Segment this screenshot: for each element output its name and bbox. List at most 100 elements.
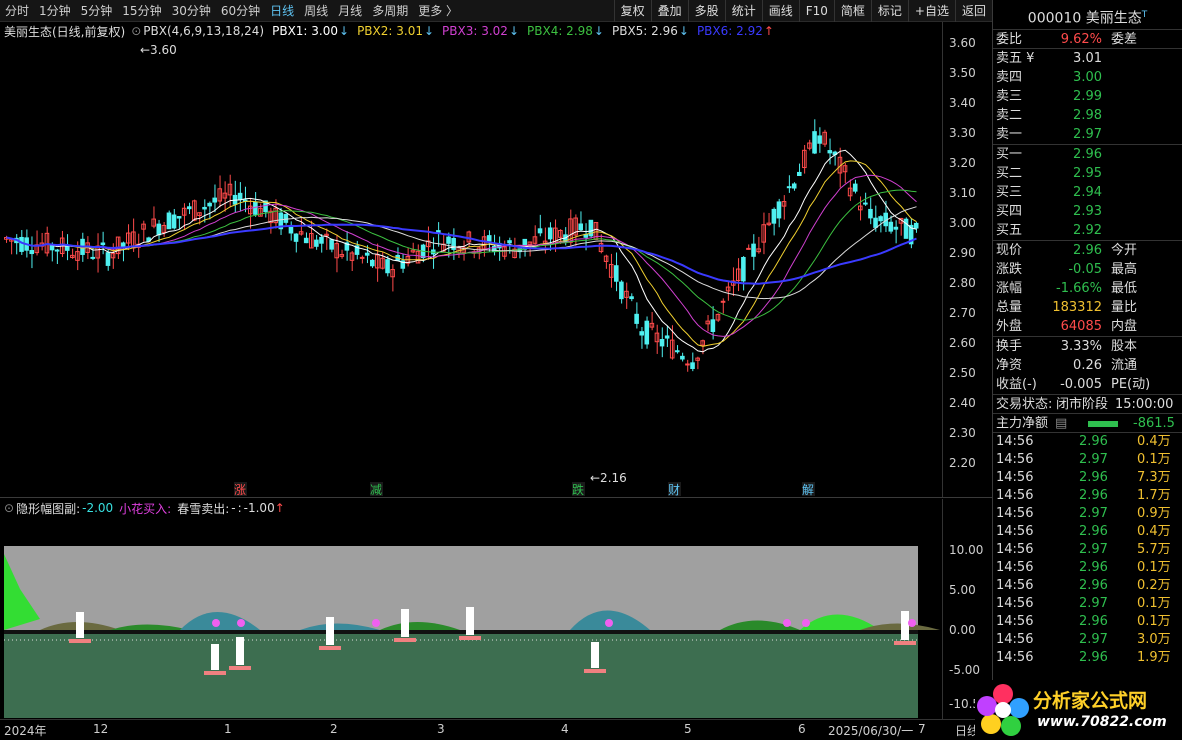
sub-tick: 5.00 [949,583,976,597]
price-axis: 3.60 3.50 3.40 3.30 3.20 3.10 3.00 2.90 2.80 2.70… [942,22,992,497]
price-tick: 2.30 [949,426,976,440]
period-tab[interactable]: 多周期 [367,0,413,22]
price-tick: 3.40 [949,96,976,110]
sub-tick: 0.00 [949,623,976,637]
high-label: ←3.60 [140,43,177,57]
sub-tick: 10.00 [949,543,984,557]
event-marker: 财 [668,483,680,497]
sub-value-3: - [231,501,236,515]
sub-chart[interactable] [0,499,942,719]
event-marker: 减 [370,483,382,497]
sub-tick: -5.00 [949,663,981,677]
quote-row: 买三 2.94 [996,185,1102,200]
price-tick: 3.20 [949,156,976,170]
pbx-value: PBX1: 3.00↓ [272,24,350,38]
tick-row: 14:56 2.96 1.9万 [996,650,1171,665]
main-flow: 主力净额 ▤ -861.5 [993,414,1182,433]
collapse-icon[interactable]: ⊙ [4,501,14,515]
pbx-value: PBX4: 2.98↓ [527,24,604,38]
tick-list[interactable]: 14:56 2.96 0.4万 14:56 2.97 0.1万 14:56 2.96 7.3万 1… [993,433,1182,667]
quote-row: 收益(-) -0.005 PE(动) [996,377,1151,392]
tool-button[interactable]: F10 [798,0,834,22]
tool-button[interactable]: 叠加 [650,0,688,22]
period-tab[interactable]: 60分钟 [216,0,265,22]
top-toolbar: 分时 1分钟 5分钟 15分钟 30分钟 60分钟 日线 周线 月线 多周期 更多 〉 复权 叠加 多股… [0,0,992,22]
period-tab[interactable]: 15分钟 [117,0,166,22]
kline-chart[interactable]: ←3.60 ←2.16 涨 减 跌 财 解 [0,22,942,498]
quote-row: 总量 183312 量比 [996,300,1138,315]
sub-value-1: -2.00 [82,501,114,515]
indicator-name[interactable]: PBX(4,6,9,13,18,24) [143,24,264,38]
period-tab[interactable]: 更多 〉 [413,0,463,22]
period-tab[interactable]: 5分钟 [76,0,118,22]
flower-logo-icon [977,684,1029,736]
quote-row: 卖二 2.98 [996,108,1102,123]
list-icon[interactable]: ▤ [1055,414,1067,433]
tick-row: 14:56 2.96 0.1万 [996,614,1171,629]
tick-row: 14:56 2.97 0.1万 [996,452,1171,467]
chart-tools: 复权 叠加 多股 统计 画线 F10 简框 标记 +自选 返回 [613,0,992,22]
time-label: 2 [330,722,338,736]
chart-title: 美丽生态(日线,前复权) [4,24,126,39]
kline-panel[interactable]: ←3.60 ←2.16 涨 减 跌 财 解 美丽生态(日线,前复权) ⊙ PBX(4,6,9… [0,22,992,498]
period-tab[interactable]: 月线 [333,0,367,22]
sub-panel[interactable]: ⊙ 隐形幅图副: -2.00 小花买入: 春雪卖出: - : -1.00 ↑ 1… [0,499,992,719]
event-marker: 解 [802,483,814,497]
quote-row: 卖四 3.00 [996,70,1102,85]
stock-code: 000010 [1027,10,1082,27]
tool-button[interactable]: +自选 [907,0,955,22]
tool-button[interactable]: 标记 [870,0,908,22]
time-label: 5 [684,722,692,736]
tool-button[interactable]: 统计 [724,0,762,22]
pbx-value: PBX6: 2.92↑ [696,24,774,38]
quote-row: 卖一 2.97 [996,127,1102,142]
price-tick: 2.80 [949,276,976,290]
period-tab[interactable]: 分时 [0,0,34,22]
time-label: 6 [798,722,806,736]
price-tick: 3.10 [949,186,976,200]
sub-label-3: 春雪卖出: [177,501,230,516]
sub-title: 隐形幅图副: [16,501,81,516]
tick-row: 14:56 2.96 0.2万 [996,578,1171,593]
quote-row: 净资 0.26 流通 [996,358,1138,373]
price-tick: 3.60 [949,36,976,50]
quote-row: 卖五 ¥3.01 [996,51,1102,66]
time-label: 3 [437,722,445,736]
quote-row: 买五 2.92 [996,223,1102,238]
period-tab[interactable]: 周线 [299,0,333,22]
time-label: 2025/06/30/一 [828,724,914,738]
tick-row: 14:56 2.97 0.9万 [996,506,1171,521]
tick-row: 14:56 2.96 0.4万 [996,434,1171,449]
event-marker: 跌 [572,482,584,497]
quote-row: 换手 3.33% 股本 [996,339,1138,354]
chart-info-bar: 美丽生态(日线,前复权) ⊙ PBX(4,6,9,13,18,24) PBX1:… [0,22,774,40]
tick-row: 14:56 2.97 0.1万 [996,596,1171,611]
sell-levels: 卖五 ¥3.01 卖四 3.00 卖三 2.99 卖二 2.98 卖一 2.97 [993,49,1182,145]
tick-row: 14:56 2.96 1.7万 [996,488,1171,503]
stock-name: 美丽生态 [1085,10,1142,27]
price-tick: 3.50 [949,66,976,80]
time-label: 4 [561,722,569,736]
price-tick: 2.50 [949,366,976,380]
tool-button[interactable]: 返回 [954,0,992,22]
quote-row: 买二 2.95 [996,166,1102,181]
quote-panel: 000010 美丽生态T 委比 9.62% 委差 卖五 ¥3.01 卖四 3.00 卖三 2… [992,0,1182,740]
tool-button[interactable]: 复权 [613,0,651,22]
pbx-value: PBX3: 3.02↓ [442,24,519,38]
tick-row: 14:56 2.97 5.7万 [996,542,1171,557]
price-tick: 3.30 [949,126,976,140]
period-tab[interactable]: 日线 [265,0,299,22]
period-tab[interactable]: 1分钟 [34,0,76,22]
tool-button[interactable]: 简框 [833,0,871,22]
stock-header[interactable]: 000010 美丽生态T [993,0,1182,30]
time-label: 2024年 [4,724,47,738]
info-icon[interactable]: T [1142,10,1148,20]
quote-row: 涨跌 -0.05 最高 [996,262,1138,277]
collapse-icon[interactable]: ⊙ [131,24,141,38]
event-marker: 涨 [234,482,246,497]
tool-button[interactable]: 多股 [687,0,725,22]
tool-button[interactable]: 画线 [761,0,799,22]
price-tick: 2.90 [949,246,976,260]
period-tab[interactable]: 30分钟 [167,0,216,22]
pbx-value: PBX5: 2.96↓ [611,24,689,38]
